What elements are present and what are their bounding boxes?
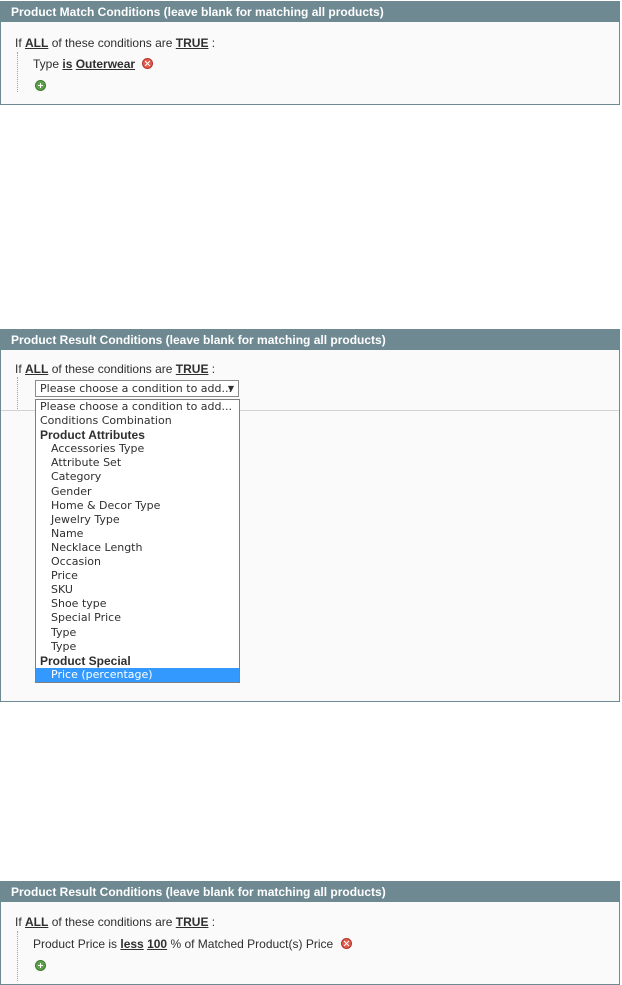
aggregator-line: If ALL of these conditions are TRUE : [15, 36, 215, 50]
product-result-conditions-panel: Product Result Conditions (leave blank f… [0, 881, 620, 985]
conditions-label: of these conditions are [51, 362, 173, 376]
product-match-conditions-panel: Product Match Conditions (leave blank fo… [0, 1, 620, 105]
dropdown-option[interactable]: Accessories Type [36, 442, 239, 456]
select-value: Please choose a condition to add... [40, 382, 232, 395]
aggregator-all-toggle[interactable]: ALL [25, 915, 48, 929]
condition-operator[interactable]: less [120, 937, 143, 951]
dropdown-option[interactable]: Home & Decor Type [36, 499, 239, 513]
tree-line [17, 52, 18, 92]
dropdown-group-product-special: Product Special [40, 653, 131, 668]
aggregator-all-toggle[interactable]: ALL [25, 36, 48, 50]
colon-label: : [211, 915, 216, 929]
aggregator-line: If ALL of these conditions are TRUE : [15, 915, 215, 929]
add-icon[interactable] [35, 960, 46, 971]
aggregator-true-toggle[interactable]: TRUE [176, 362, 209, 376]
dropdown-option[interactable]: Jewelry Type [36, 513, 239, 527]
panel-title: Product Result Conditions (leave blank f… [1, 330, 619, 350]
aggregator-true-toggle[interactable]: TRUE [176, 36, 209, 50]
dropdown-option[interactable]: Type [36, 640, 239, 654]
colon-label: : [211, 36, 216, 50]
dropdown-group-product-attributes: Product Attributes [40, 428, 145, 443]
condition-dropdown-list: Please choose a condition to add... Cond… [35, 399, 240, 683]
remove-icon[interactable] [142, 58, 154, 69]
condition-value[interactable]: 100 [147, 937, 167, 951]
condition-operator[interactable]: is [62, 57, 72, 71]
add-icon[interactable] [35, 80, 46, 91]
if-label: If [15, 36, 22, 50]
dropdown-option[interactable]: Name [36, 527, 239, 541]
chevron-down-icon: ▼ [227, 384, 234, 393]
dropdown-option[interactable]: Necklace Length [36, 541, 239, 555]
condition-row: Product Price is less 100 % of Matched P… [33, 937, 352, 951]
dropdown-option[interactable]: Category [36, 470, 239, 484]
dropdown-option[interactable]: Gender [36, 485, 239, 499]
tree-line [17, 931, 18, 981]
condition-value[interactable]: Outerwear [76, 57, 135, 71]
tree-line [17, 377, 18, 409]
if-label: If [15, 915, 22, 929]
new-condition-select[interactable]: Please choose a condition to add... ▼ [35, 380, 239, 397]
dropdown-option[interactable]: Attribute Set [36, 456, 239, 470]
condition-row: Type is Outerwear [33, 57, 154, 71]
dropdown-option-conditions-combination[interactable]: Conditions Combination [36, 414, 239, 428]
if-label: If [15, 362, 22, 376]
dropdown-option[interactable]: Occasion [36, 555, 239, 569]
dropdown-option-selected[interactable]: Price (percentage) [36, 667, 239, 682]
conditions-label: of these conditions are [51, 36, 173, 50]
condition-prefix: Product Price is [33, 937, 118, 951]
panel-title: Product Match Conditions (leave blank fo… [1, 2, 619, 22]
aggregator-true-toggle[interactable]: TRUE [176, 915, 209, 929]
aggregator-line: If ALL of these conditions are TRUE : [15, 362, 215, 376]
conditions-label: of these conditions are [51, 915, 173, 929]
aggregator-all-toggle[interactable]: ALL [25, 362, 48, 376]
condition-attribute: Type [33, 57, 60, 71]
dropdown-option[interactable]: Special Price [36, 611, 239, 625]
dropdown-option-placeholder[interactable]: Please choose a condition to add... [36, 400, 239, 414]
condition-suffix: % of Matched Product(s) Price [170, 937, 334, 951]
product-result-conditions-panel: Product Result Conditions (leave blank f… [0, 329, 620, 702]
remove-icon[interactable] [340, 938, 352, 949]
dropdown-option[interactable]: Shoe type [36, 597, 239, 611]
dropdown-option[interactable]: SKU [36, 583, 239, 597]
panel-title: Product Result Conditions (leave blank f… [1, 882, 619, 902]
dropdown-option[interactable]: Price [36, 569, 239, 583]
colon-label: : [211, 362, 216, 376]
dropdown-option[interactable]: Type [36, 626, 239, 640]
